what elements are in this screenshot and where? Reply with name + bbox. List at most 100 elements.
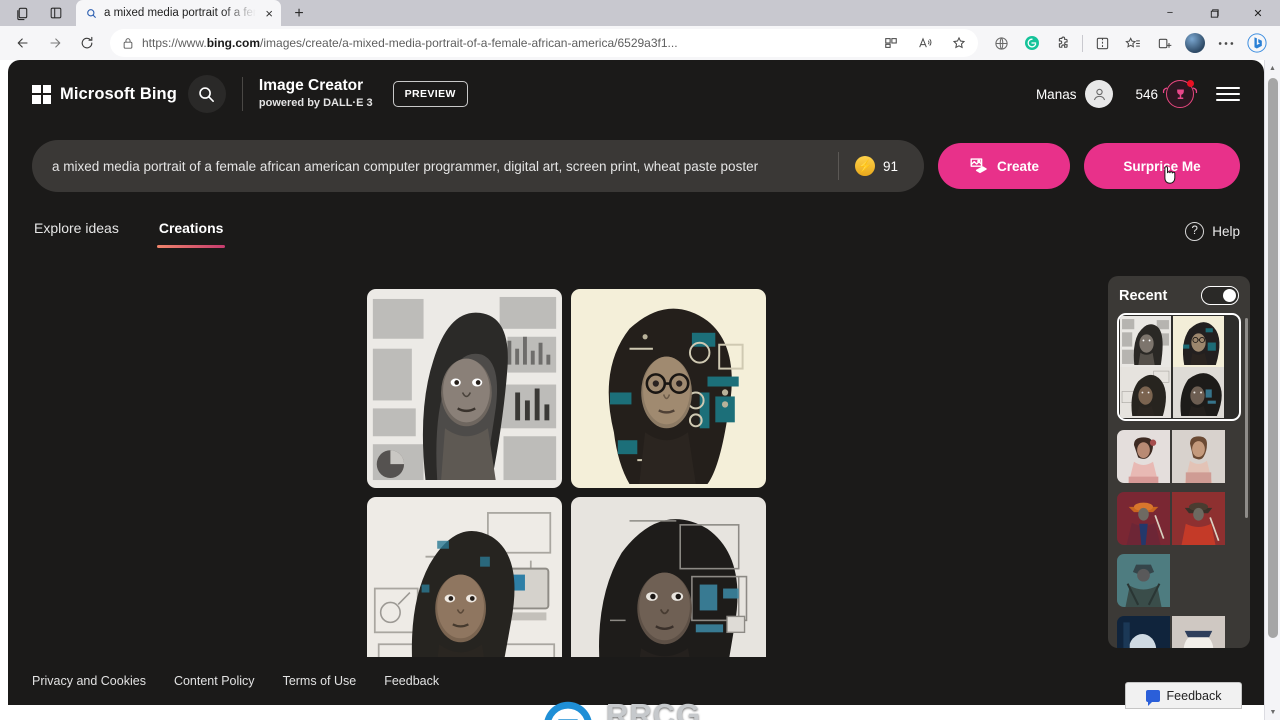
prompt-input[interactable]: a mixed media portrait of a female afric… [52, 159, 822, 174]
split-screen-tool-icon[interactable] [1087, 29, 1117, 57]
recent-group[interactable] [1117, 430, 1241, 483]
generated-image-tile[interactable] [367, 289, 562, 488]
recent-thumbnail[interactable] [1117, 554, 1170, 607]
bing-chat-icon[interactable] [1242, 29, 1272, 57]
help-label: Help [1212, 223, 1240, 239]
boost-count: 91 [882, 158, 898, 174]
favorite-star-icon[interactable] [946, 30, 972, 56]
notification-dot [1187, 80, 1194, 87]
surprise-me-button[interactable]: Surprise Me [1084, 143, 1240, 189]
profile-avatar-icon[interactable] [1180, 29, 1210, 57]
page-scrollbar[interactable]: ▲ ▼ [1264, 60, 1280, 720]
collections-icon[interactable] [1149, 29, 1179, 57]
url-text: https://www.bing.com/images/create/a-mix… [142, 36, 678, 50]
extensions-icon[interactable] [1048, 29, 1078, 57]
recent-thumbnail[interactable] [1120, 316, 1171, 367]
browser-navbar: https://www.bing.com/images/create/a-mix… [0, 26, 1280, 60]
image-results-grid [367, 289, 767, 705]
mouse-cursor-icon [1162, 165, 1179, 185]
recent-thumbnail[interactable] [1117, 616, 1170, 648]
feedback-label: Feedback [1166, 688, 1222, 703]
scroll-down-arrow-icon[interactable]: ▼ [1265, 704, 1280, 720]
recent-row [1117, 430, 1241, 483]
search-icon[interactable] [187, 75, 226, 113]
vertical-tabs-icon[interactable] [42, 1, 70, 25]
recent-header: Recent [1117, 286, 1241, 313]
product-title: Image Creator powered by DALL·E 3 [259, 77, 373, 111]
settings-more-icon[interactable] [1211, 29, 1241, 57]
maximize-icon[interactable] [1192, 0, 1236, 26]
feedback-button[interactable]: Feedback [1125, 682, 1242, 709]
question-circle-icon: ? [1185, 221, 1205, 241]
recent-title: Recent [1119, 287, 1168, 304]
footer-link-feedback[interactable]: Feedback [384, 674, 439, 688]
browser-essentials-icon[interactable] [986, 29, 1016, 57]
recent-group[interactable] [1117, 616, 1241, 648]
microsoft-bing-logo[interactable]: Microsoft Bing [32, 84, 177, 104]
boost-lightning-icon: ⚡ [854, 156, 875, 176]
recent-group[interactable] [1117, 492, 1241, 545]
help-button[interactable]: ? Help [1185, 221, 1240, 241]
feedback-speech-icon [1145, 689, 1160, 706]
hamburger-menu-icon[interactable] [1216, 87, 1240, 101]
product-subtitle: powered by DALL·E 3 [258, 96, 373, 109]
recent-thumbnail[interactable] [1173, 316, 1224, 367]
recent-thumbnail[interactable] [1172, 616, 1225, 648]
new-tab-button[interactable]: + [285, 2, 313, 26]
create-image-icon [969, 156, 988, 177]
recent-thumbnail[interactable] [1173, 367, 1224, 418]
recent-row [1120, 316, 1238, 367]
recent-thumbnail[interactable] [1172, 492, 1225, 545]
toggle-switch-icon[interactable] [1201, 286, 1239, 305]
create-button-label: Create [996, 158, 1040, 174]
prompt-row: a mixed media portrait of a female afric… [8, 140, 1264, 192]
recent-thumbnail[interactable] [1117, 492, 1170, 545]
back-icon[interactable] [8, 29, 38, 57]
rewards-trophy-icon[interactable] [1162, 80, 1198, 108]
favorites-list-icon[interactable] [1118, 29, 1148, 57]
avatar[interactable] [1085, 80, 1114, 108]
recent-group[interactable] [1117, 554, 1241, 607]
recent-scrollbar[interactable] [1245, 318, 1248, 518]
reload-icon[interactable] [72, 29, 102, 57]
recent-thumbnail[interactable] [1120, 367, 1171, 418]
boost-counter[interactable]: ⚡ 91 [854, 156, 914, 176]
user-name: Manas [1035, 86, 1077, 102]
page-viewport: Microsoft Bing Image Creator powered by … [0, 60, 1280, 720]
preview-badge: PREVIEW [392, 81, 468, 107]
footer-link-privacy[interactable]: Privacy and Cookies [32, 674, 146, 688]
tab-creations[interactable]: Creations [156, 214, 226, 248]
recent-group-selected[interactable] [1117, 313, 1241, 421]
image-row [367, 289, 767, 488]
prompt-input-container[interactable]: a mixed media portrait of a female afric… [32, 140, 924, 192]
tab-explore-ideas[interactable]: Explore ideas [32, 214, 121, 248]
split-screen-icon[interactable] [878, 30, 904, 56]
browser-tab[interactable]: a mixed media portrait of a fema × [76, 0, 281, 26]
recent-row [1117, 554, 1241, 607]
footer-link-content-policy[interactable]: Content Policy [174, 674, 255, 688]
recent-thumbnail[interactable] [1172, 430, 1225, 483]
browser-titlebar: a mixed media portrait of a fema × + − ✕ [0, 0, 1280, 26]
create-button[interactable]: Create [938, 143, 1070, 189]
app-header: Microsoft Bing Image Creator powered by … [8, 60, 1264, 128]
scrollbar-thumb[interactable] [1268, 78, 1278, 638]
read-aloud-icon[interactable] [912, 30, 938, 56]
address-bar[interactable]: https://www.bing.com/images/create/a-mix… [110, 29, 978, 57]
browser-toolbar-icons [986, 29, 1272, 57]
toolbar-divider [1082, 34, 1083, 52]
footer-link-terms[interactable]: Terms of Use [283, 674, 357, 688]
tab-title: a mixed media portrait of a fema [104, 7, 257, 19]
close-icon[interactable]: ✕ [1236, 0, 1280, 26]
rewards-points: 546 [1135, 86, 1158, 102]
recent-thumbnail[interactable] [1117, 430, 1170, 483]
generated-image-tile[interactable] [571, 289, 766, 488]
recent-row [1117, 616, 1241, 648]
tab-actions-icon[interactable] [8, 1, 36, 25]
scroll-up-arrow-icon[interactable]: ▲ [1265, 60, 1280, 76]
microsoft-squares-icon [32, 84, 51, 104]
rrcg-logo-icon [544, 701, 592, 720]
close-icon[interactable]: × [263, 7, 275, 20]
forward-icon[interactable] [40, 29, 70, 57]
minimize-icon[interactable]: − [1148, 0, 1192, 26]
grammarly-icon[interactable] [1017, 29, 1047, 57]
